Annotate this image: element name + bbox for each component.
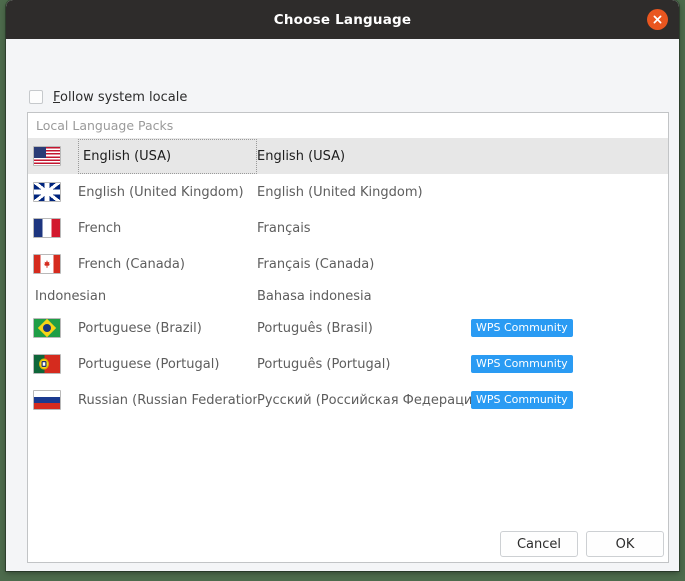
language-native-name: Русский (Российская Федерация) [257,392,471,408]
flag-cell [28,218,78,238]
badge-cell: WPS Community [471,391,668,409]
dialog-footer: Cancel OK [6,524,679,571]
language-list[interactable]: English (USA) English (USA) English (Unite… [28,138,668,562]
choose-language-dialog: Choose Language Follow system locale Loc… [6,0,679,571]
group-caption: Local Language Packs [36,118,174,133]
flag-cell [28,390,78,410]
follow-system-locale-checkbox[interactable] [29,90,43,104]
list-item[interactable]: French Français [28,210,668,246]
list-item[interactable]: French (Canada) Français (Canada) [28,246,668,282]
list-item[interactable]: English (USA) English (USA) [28,138,668,174]
language-native-name: English (USA) [257,148,346,164]
status-badge: WPS Community [471,319,573,337]
follow-system-locale-mnemonic: F [53,89,61,105]
flag-france-icon [33,218,61,238]
flag-cell [28,354,78,374]
ok-button[interactable]: OK [586,531,664,557]
flag-cell [28,182,78,202]
list-item[interactable]: Russian (Russian Federation) Русский (Рос… [28,382,668,418]
title-bar: Choose Language [6,0,679,39]
badge-cell: WPS Community [471,319,668,337]
language-native-name: Français (Canada) [257,256,375,272]
list-item[interactable]: English (United Kingdom) English (United … [28,174,668,210]
flag-cell [28,318,78,338]
flag-cell [28,254,78,274]
flag-brazil-icon [33,318,61,338]
status-badge: WPS Community [471,391,573,409]
local-language-packs-group: Local Language Packs English (USA) Englis… [27,112,669,563]
flag-cell [28,146,78,166]
list-item[interactable]: Indonesian Bahasa indonesia [28,282,668,310]
language-native-name: Português (Brasil) [257,320,373,336]
flag-russia-icon [33,390,61,410]
status-badge: WPS Community [471,355,573,373]
dialog-title: Choose Language [273,11,412,28]
language-native-name: Français [257,220,311,236]
language-native-name: Português (Portugal) [257,356,391,372]
close-icon[interactable] [647,9,668,30]
language-name: English (United Kingdom) [78,184,244,200]
language-native-name: Bahasa indonesia [257,288,372,304]
language-name: Portuguese (Portugal) [78,356,220,372]
language-name: English (USA) [78,138,257,174]
flag-usa-icon [33,146,61,166]
language-name: Portuguese (Brazil) [78,320,202,336]
follow-system-locale-row[interactable]: Follow system locale [29,88,187,106]
language-name: French (Canada) [78,256,185,272]
follow-system-locale-label-rest: ollow system locale [60,89,188,105]
language-native-name: English (United Kingdom) [257,184,423,200]
list-item[interactable]: Portuguese (Portugal) Português (Portugal… [28,346,668,382]
flag-canada-icon [33,254,61,274]
list-item[interactable]: Portuguese (Brazil) Português (Brasil) WPS… [28,310,668,346]
flag-portugal-icon [33,354,61,374]
badge-cell: WPS Community [471,355,668,373]
dialog-body: Follow system locale Local Language Pack… [6,39,679,571]
language-name: French [78,220,122,236]
language-name: Russian (Russian Federation) [78,392,257,408]
follow-system-locale-label: Follow system locale [53,90,187,105]
cancel-button[interactable]: Cancel [500,531,578,557]
language-name: Indonesian [35,288,107,304]
flag-uk-icon [33,182,61,202]
